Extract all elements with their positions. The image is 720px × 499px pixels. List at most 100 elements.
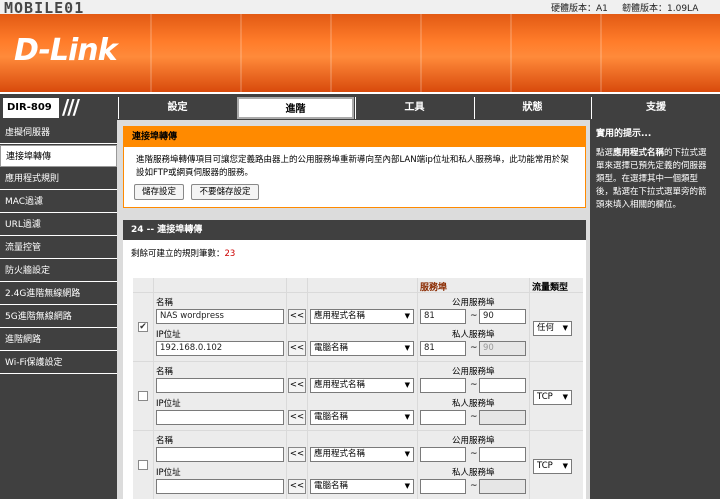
ip-label: IP位址: [156, 399, 181, 409]
dropdown-caret-icon: ▼: [404, 413, 410, 421]
traffic-type-select[interactable]: TCP ▼: [533, 390, 572, 405]
range-tilde: ~: [470, 449, 478, 459]
tips-body: 點選應用程式名稱的下拉式選單來選擇已預先定義的伺服器類型。在選擇其中一個類型後，…: [596, 148, 707, 210]
dropdown-caret-icon: ▼: [404, 482, 410, 490]
sidebar-item-firewall[interactable]: 防火牆設定: [0, 260, 117, 282]
private-port-label: 私人服務埠: [452, 399, 495, 409]
fill-computer-button[interactable]: <<: [288, 479, 306, 494]
dropdown-caret-icon: ▼: [404, 344, 410, 352]
sidebar-item-wps[interactable]: Wi-Fi保護設定: [0, 352, 117, 374]
header-service-port: 服務埠: [420, 283, 448, 293]
app-name-select[interactable]: 應用程式名稱 ▼: [310, 378, 414, 393]
computer-name-select[interactable]: 電腦名稱 ▼: [310, 479, 414, 494]
app-name-select[interactable]: 應用程式名稱 ▼: [310, 447, 414, 462]
rules-table: 服務埠 流量類型 ✔ 名稱 NAS wordpress IP位址 192.168…: [133, 278, 583, 499]
tips-highlight: 應用程式名稱: [613, 148, 665, 158]
tab-setup[interactable]: 設定: [118, 97, 236, 119]
private-port-start-input[interactable]: [420, 479, 466, 494]
remaining-count: 23: [224, 249, 236, 259]
rules-title: 24 -- 連接埠轉傳: [123, 220, 586, 240]
range-tilde: ~: [470, 311, 478, 321]
slashes-decoration: ///: [62, 95, 80, 119]
tab-advanced[interactable]: 進階: [237, 97, 354, 119]
public-port-end-input[interactable]: [479, 378, 526, 393]
ip-label: IP位址: [156, 468, 181, 478]
traffic-type-select[interactable]: 任何 ▼: [533, 321, 572, 336]
dropdown-caret-icon: ▼: [562, 462, 568, 470]
rule-enable-checkbox[interactable]: [138, 391, 148, 401]
rule-name-input[interactable]: [156, 447, 284, 462]
name-label: 名稱: [156, 298, 174, 308]
rule-enable-checkbox[interactable]: ✔: [138, 322, 148, 332]
private-port-label: 私人服務埠: [452, 468, 495, 478]
dropdown-caret-icon: ▼: [562, 393, 568, 401]
private-port-end-input[interactable]: 90: [479, 341, 526, 356]
sidebar-item-advanced-network[interactable]: 進階網路: [0, 329, 117, 351]
dont-save-button[interactable]: 不要儲存設定: [191, 184, 259, 200]
private-port-start-input[interactable]: 81: [420, 341, 466, 356]
sidebar-item-wireless-5g[interactable]: 5G進階無線網路: [0, 306, 117, 328]
remaining-rules: 剩餘可建立的規則筆數：23: [131, 247, 235, 259]
fill-app-button[interactable]: <<: [288, 378, 306, 393]
sidebar-item-traffic-control[interactable]: 流量控管: [0, 237, 117, 259]
private-port-end-input[interactable]: [479, 410, 526, 425]
rules-box: 24 -- 連接埠轉傳 剩餘可建立的規則筆數：23 服務埠 流量類型 ✔ 名稱 …: [123, 220, 586, 499]
range-tilde: ~: [470, 380, 478, 390]
dlink-logo: D-Link: [14, 33, 118, 68]
remaining-label: 剩餘可建立的規則筆數：: [131, 249, 225, 259]
save-button[interactable]: 儲存設定: [134, 184, 184, 200]
main-nav: DIR-809 /// 設定 進階 工具 狀態 支援: [0, 92, 720, 120]
sidebar-item-application-rules[interactable]: 應用程式規則: [0, 168, 117, 190]
range-tilde: ~: [470, 481, 478, 491]
computer-name-select[interactable]: 電腦名稱 ▼: [310, 410, 414, 425]
fill-computer-button[interactable]: <<: [288, 341, 306, 356]
tab-support[interactable]: 支援: [591, 97, 720, 119]
sidebar-item-virtual-server[interactable]: 虛擬伺服器: [0, 122, 117, 144]
name-label: 名稱: [156, 367, 174, 377]
rule-ip-input[interactable]: 192.168.0.102: [156, 341, 284, 356]
fill-app-button[interactable]: <<: [288, 309, 306, 324]
private-port-label: 私人服務埠: [452, 330, 495, 340]
tab-tools[interactable]: 工具: [355, 97, 473, 119]
section-title: 連接埠轉傳: [124, 127, 585, 147]
rule-name-input[interactable]: [156, 378, 284, 393]
name-label: 名稱: [156, 436, 174, 446]
public-port-label: 公用服務埠: [452, 436, 495, 446]
brand-banner: D-Link: [0, 14, 720, 92]
sidebar-item-wireless-24g[interactable]: 2.4G進階無線網路: [0, 283, 117, 305]
firmware-version: 韌體版本：1.09LA: [622, 4, 699, 14]
computer-name-select[interactable]: 電腦名稱 ▼: [310, 341, 414, 356]
public-port-end-input[interactable]: 90: [479, 309, 526, 324]
public-port-end-input[interactable]: [479, 447, 526, 462]
rule-ip-input[interactable]: [156, 479, 284, 494]
range-tilde: ~: [470, 412, 478, 422]
public-port-start-input[interactable]: [420, 447, 466, 462]
app-name-select[interactable]: 應用程式名稱 ▼: [310, 309, 414, 324]
model-label: DIR-809: [3, 98, 59, 118]
top-info-bar: MOBILE01 硬體版本：A1 韌體版本：1.09LA: [0, 0, 720, 17]
sidebar: 虛擬伺服器 連接埠轉傳 應用程式規則 MAC過濾 URL過濾 流量控管 防火牆設…: [0, 120, 117, 499]
private-port-end-input[interactable]: [479, 479, 526, 494]
header-traffic-type: 流量類型: [532, 283, 569, 293]
sidebar-item-port-forwarding[interactable]: 連接埠轉傳: [0, 145, 117, 167]
port-forward-info-box: 連接埠轉傳 進階服務埠轉傳項目可讓您定義路由器上的公用服務埠重新導向至內部LAN…: [123, 126, 586, 208]
public-port-label: 公用服務埠: [452, 298, 495, 308]
rule-name-input[interactable]: NAS wordpress: [156, 309, 284, 324]
rule-ip-input[interactable]: [156, 410, 284, 425]
traffic-type-select[interactable]: TCP ▼: [533, 459, 572, 474]
tab-status[interactable]: 狀態: [474, 97, 590, 119]
public-port-start-input[interactable]: [420, 378, 466, 393]
private-port-start-input[interactable]: [420, 410, 466, 425]
rule-enable-checkbox[interactable]: [138, 460, 148, 470]
tips-title: 實用的提示...: [596, 129, 652, 139]
public-port-start-input[interactable]: 81: [420, 309, 466, 324]
hardware-version: 硬體版本：A1: [551, 4, 608, 14]
dropdown-caret-icon: ▼: [562, 324, 568, 332]
sidebar-item-url-filter[interactable]: URL過濾: [0, 214, 117, 236]
helpful-tips-panel: 實用的提示... 點選應用程式名稱的下拉式選單來選擇已預先定義的伺服器類型。在選…: [590, 120, 720, 499]
fill-computer-button[interactable]: <<: [288, 410, 306, 425]
range-tilde: ~: [470, 343, 478, 353]
sidebar-item-mac-filter[interactable]: MAC過濾: [0, 191, 117, 213]
fill-app-button[interactable]: <<: [288, 447, 306, 462]
dropdown-caret-icon: ▼: [404, 312, 410, 320]
